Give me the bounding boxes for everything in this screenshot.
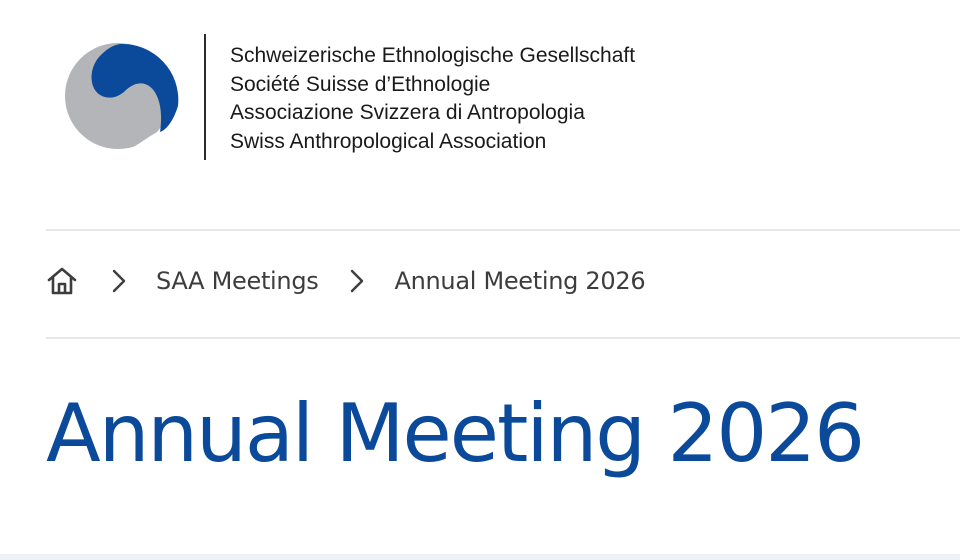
content-band bbox=[0, 554, 960, 560]
site-logo[interactable] bbox=[58, 42, 182, 150]
chevron-right-icon bbox=[346, 268, 368, 294]
breadcrumb-home-link[interactable] bbox=[46, 265, 78, 297]
org-name-en: Swiss Anthropological Association bbox=[230, 129, 547, 153]
breadcrumb: SAA Meetings Annual Meeting 2026 bbox=[46, 258, 646, 304]
breadcrumb-top-divider bbox=[46, 229, 960, 231]
org-name-fr: Société Suisse d’Ethnologie bbox=[230, 72, 491, 96]
org-names: Schweizerische Ethnologische Gesellschaf… bbox=[230, 42, 635, 156]
breadcrumb-item-current: Annual Meeting 2026 bbox=[394, 267, 646, 295]
home-icon bbox=[47, 267, 77, 295]
org-name-it: Associazione Svizzera di Antropologia bbox=[230, 101, 585, 125]
logo-mark bbox=[65, 43, 179, 149]
page-title: Annual Meeting 2026 bbox=[46, 387, 865, 480]
breadcrumb-item-saa-meetings[interactable]: SAA Meetings bbox=[156, 267, 319, 295]
header-divider bbox=[204, 34, 206, 160]
breadcrumb-bottom-divider bbox=[46, 337, 960, 339]
org-name-de: Schweizerische Ethnologische Gesellschaf… bbox=[230, 44, 636, 67]
chevron-right-icon bbox=[108, 268, 130, 294]
